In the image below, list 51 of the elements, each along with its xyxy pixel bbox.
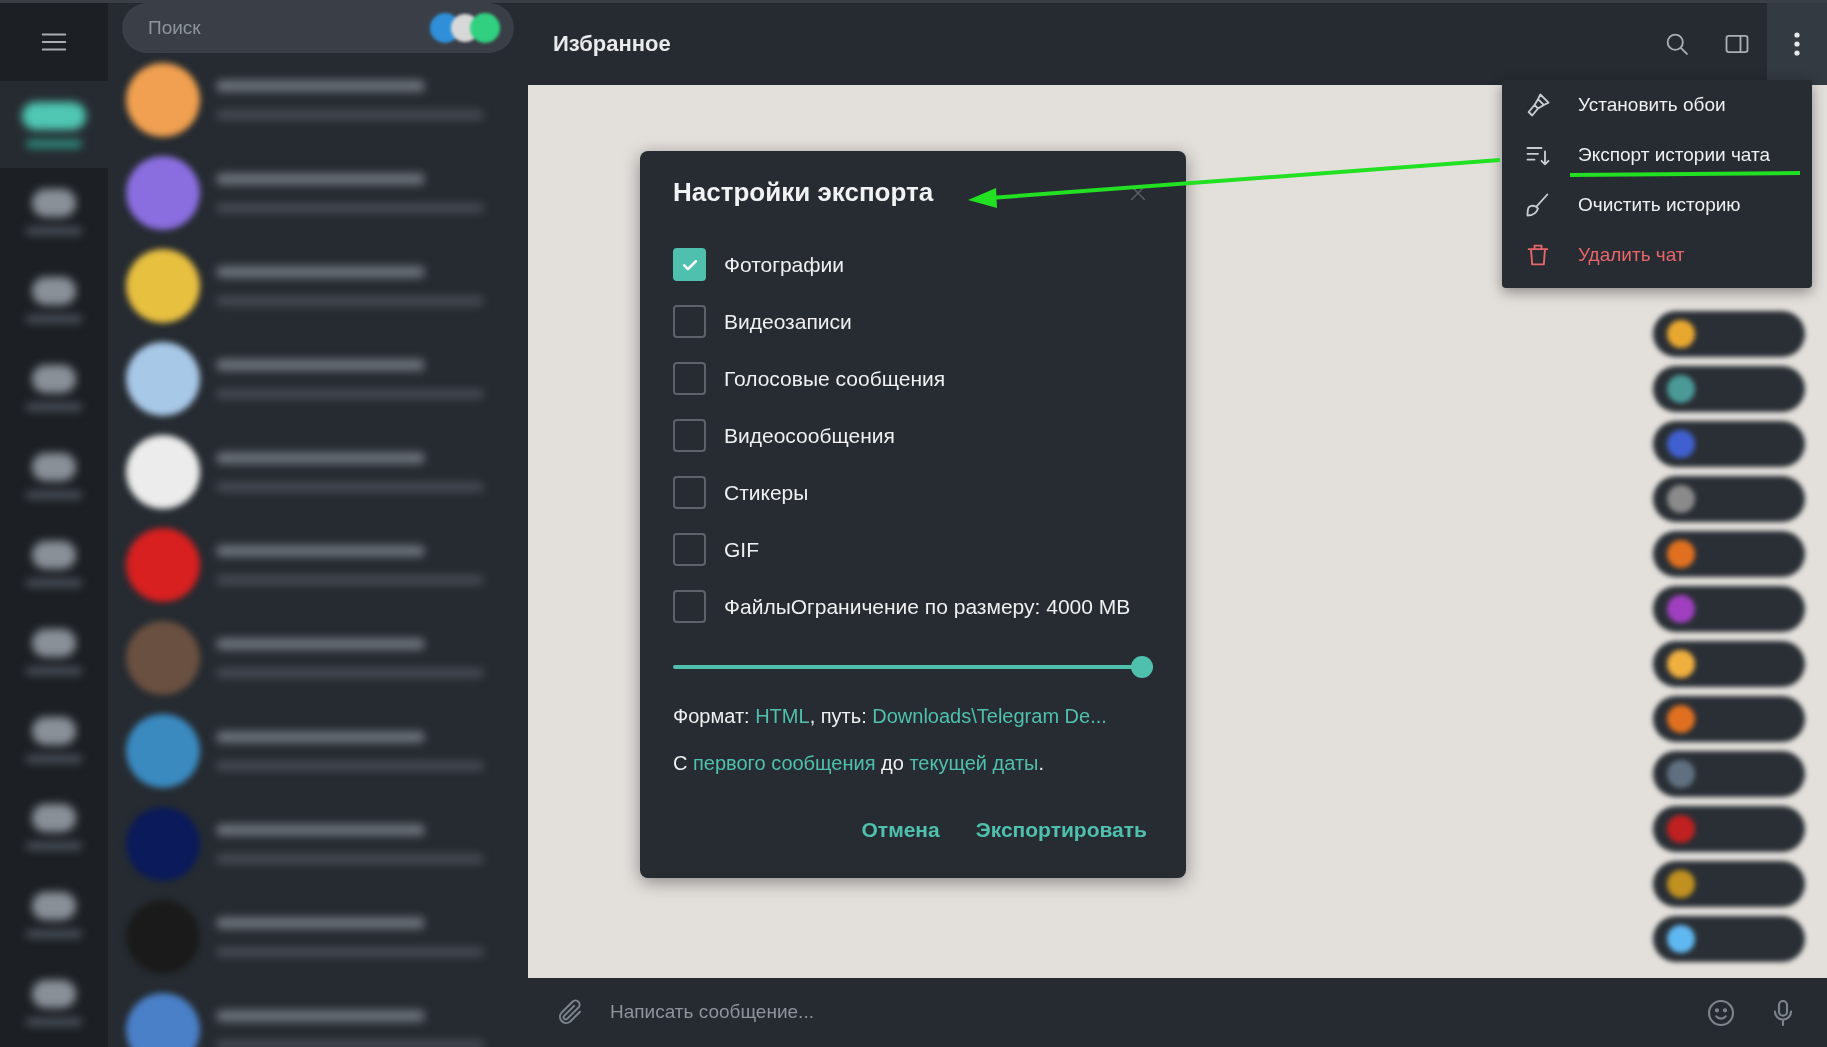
checkbox-label: Видеозаписи xyxy=(724,308,852,335)
checkbox-label: Голосовые сообщения xyxy=(724,365,946,392)
folder-icon xyxy=(26,452,82,499)
menu-item[interactable]: Очистить историю xyxy=(1502,180,1812,230)
date-range-text: С первого сообщения до текущей даты. xyxy=(673,751,1045,777)
folder-icon xyxy=(26,540,82,587)
checkbox[interactable] xyxy=(673,533,706,567)
chat-title: Избранное xyxy=(553,30,672,58)
menu-item[interactable]: Экспорт истории чата xyxy=(1502,130,1812,180)
link[interactable]: текущей даты xyxy=(909,752,1039,775)
checkbox[interactable] xyxy=(673,476,706,510)
avatar[interactable] xyxy=(126,341,200,416)
checkbox[interactable] xyxy=(673,419,706,453)
link[interactable]: HTML xyxy=(755,705,810,728)
checkbox-label: Фотографии xyxy=(724,251,844,278)
more-icon xyxy=(1793,31,1801,57)
folder-icon xyxy=(26,716,82,763)
dialog-title: Настройки экспорта xyxy=(673,177,934,209)
checkbox[interactable] xyxy=(673,590,706,624)
checkbox[interactable] xyxy=(673,248,706,282)
message-input[interactable]: Написать сообщение... xyxy=(608,997,1681,1028)
checkbox-label: ФайлыОграничение по размеру: 4000 MB xyxy=(724,593,1131,620)
search-field[interactable]: Поиск xyxy=(146,12,428,44)
link[interactable]: первого сообщения xyxy=(693,752,876,775)
export-button[interactable]: Экспортировать xyxy=(969,808,1153,852)
link[interactable]: Downloads\Telegram De... xyxy=(872,705,1107,728)
folder-icon xyxy=(26,628,82,675)
avatar[interactable] xyxy=(126,434,200,509)
folder-icon xyxy=(22,101,86,148)
cancel-button[interactable]: Отмена xyxy=(855,808,946,852)
checkbox-label: Видеосообщения xyxy=(724,422,895,449)
checkbox-label: GIF xyxy=(724,536,759,563)
format-text: Формат: HTML, путь: Downloads\Telegram De... xyxy=(673,704,1108,730)
stories-avatars[interactable] xyxy=(428,11,502,45)
folder-icon xyxy=(26,980,82,1027)
checkbox-label: Стикеры xyxy=(724,479,809,506)
checkbox[interactable] xyxy=(673,362,706,396)
folder-icon xyxy=(26,892,82,939)
folder-icon xyxy=(26,365,82,412)
checkbox[interactable] xyxy=(673,305,706,339)
slider-thumb[interactable] xyxy=(1131,656,1153,679)
folder-icon xyxy=(26,277,82,324)
avatar[interactable] xyxy=(126,248,200,323)
avatar[interactable] xyxy=(126,62,200,137)
folder-icon xyxy=(26,804,82,851)
menu-item[interactable]: Удалить чат xyxy=(1502,230,1812,280)
search-bar[interactable]: Поиск xyxy=(122,3,514,53)
folder-tab[interactable] xyxy=(0,80,108,169)
size-slider[interactable] xyxy=(673,656,1153,679)
folder-icon xyxy=(26,189,82,236)
menu-item[interactable]: Установить обои xyxy=(1502,80,1812,130)
